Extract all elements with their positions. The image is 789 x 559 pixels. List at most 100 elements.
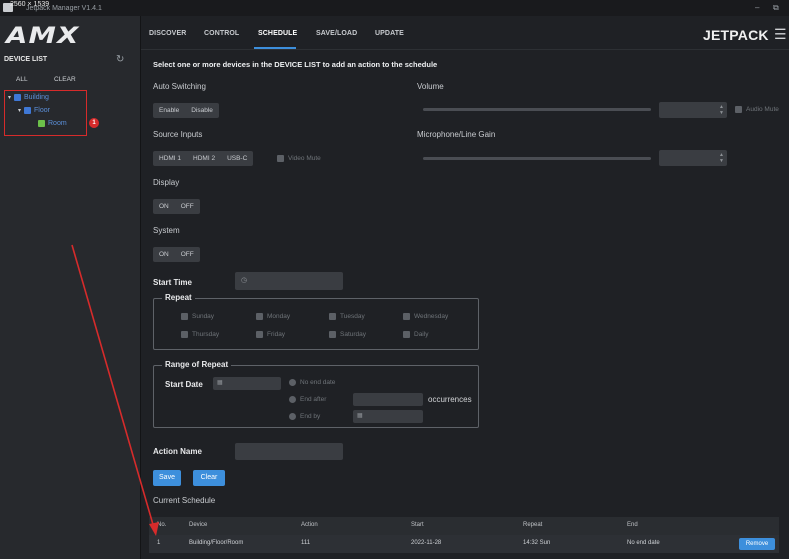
table-row: 1 Building/Floor/Room 111 2022-11-28 14:… <box>149 535 779 553</box>
system-label: System <box>153 226 180 235</box>
wednesday-checkbox[interactable]: Wednesday <box>403 313 448 320</box>
checkbox-icon <box>256 313 263 320</box>
checkbox-icon <box>277 155 284 162</box>
checkbox-icon[interactable] <box>38 120 45 127</box>
tree-node-floor[interactable]: ▾ Floor <box>18 107 50 114</box>
tuesday-checkbox[interactable]: Tuesday <box>329 313 365 320</box>
save-button[interactable]: Save <box>153 470 181 486</box>
sunday-checkbox[interactable]: Sunday <box>181 313 214 320</box>
device-list-panel: AMX DEVICE LIST ↻ ALL CLEAR ▾ Building ▾… <box>0 16 141 559</box>
checkbox-icon[interactable] <box>24 107 32 114</box>
occurrences-input[interactable] <box>353 393 423 406</box>
column-header: Repeat <box>523 522 543 528</box>
row-action: 111 <box>301 540 311 546</box>
schedule-table-header: No. Device Action Start Repeat End <box>149 517 779 535</box>
radio-label: End after <box>300 396 327 403</box>
hamburger-menu-icon[interactable]: ☰ <box>774 26 787 43</box>
column-header: No. <box>157 522 167 528</box>
tree-node-building[interactable]: ▾ Building <box>8 94 49 101</box>
display-on-button[interactable]: ON <box>153 199 175 214</box>
display-off-button[interactable]: OFF <box>175 199 200 214</box>
radio-icon <box>289 413 296 420</box>
spinner-icon[interactable]: ▲ ▼ <box>719 104 724 116</box>
checkbox-icon[interactable] <box>14 94 22 101</box>
checkbox-icon <box>329 331 336 338</box>
system-off-button[interactable]: OFF <box>175 247 200 262</box>
auto-switching-label: Auto Switching <box>153 82 206 91</box>
end-by-radio[interactable]: End by <box>289 413 320 420</box>
tab-schedule[interactable]: SCHEDULE <box>258 30 297 37</box>
mic-gain-stepper[interactable]: ▲ ▼ <box>659 150 727 166</box>
column-header: End <box>627 522 638 528</box>
top-navigation: DISCOVER CONTROL SCHEDULE SAVE/LOAD UPDA… <box>141 16 789 50</box>
enable-button[interactable]: Enable <box>153 103 185 118</box>
start-time-input[interactable]: ◷ <box>235 272 343 290</box>
hdmi1-button[interactable]: HDMI 1 <box>153 151 187 166</box>
action-name-input[interactable] <box>235 443 343 460</box>
calendar-icon: ▦ <box>217 380 223 386</box>
row-repeat: 14:32 Sun <box>523 540 551 546</box>
tab-save-load[interactable]: SAVE/LOAD <box>316 30 357 37</box>
window-title: Jetpack Manager V1.4.1 <box>26 5 102 12</box>
saturday-checkbox[interactable]: Saturday <box>329 331 366 338</box>
daily-checkbox[interactable]: Daily <box>403 331 428 338</box>
row-number: 1 <box>157 540 161 546</box>
radio-label: No end date <box>300 379 336 386</box>
refresh-icon[interactable]: ↻ <box>116 54 124 65</box>
checkbox-icon <box>403 331 410 338</box>
annotation-badge: 1 <box>89 118 99 128</box>
radio-icon <box>289 396 296 403</box>
select-all-button[interactable]: ALL <box>16 76 28 83</box>
start-time-label: Start Time <box>153 278 192 287</box>
video-mute-checkbox[interactable]: Video Mute <box>277 155 321 162</box>
occurrences-label: occurrences <box>428 395 472 404</box>
friday-checkbox[interactable]: Friday <box>256 331 285 338</box>
clear-selection-button[interactable]: CLEAR <box>54 76 76 83</box>
spinner-icon[interactable]: ▲ ▼ <box>719 152 724 164</box>
no-end-date-radio[interactable]: No end date <box>289 379 335 386</box>
row-device: Building/Floor/Room <box>189 540 244 546</box>
volume-slider[interactable] <box>423 108 651 111</box>
tab-discover[interactable]: DISCOVER <box>149 30 186 37</box>
day-label: Thursday <box>192 331 220 338</box>
schedule-panel: Select one or more devices in the DEVICE… <box>141 50 789 559</box>
minimize-icon[interactable]: – <box>755 3 759 12</box>
usbc-button[interactable]: USB-C <box>221 151 253 166</box>
day-label: Saturday <box>340 331 367 338</box>
radio-icon <box>289 379 296 386</box>
day-label: Sunday <box>192 313 215 320</box>
volume-label: Volume <box>417 82 444 91</box>
tab-control[interactable]: CONTROL <box>204 30 239 37</box>
thursday-checkbox[interactable]: Thursday <box>181 331 219 338</box>
day-label: Friday <box>267 331 286 338</box>
jetpack-brand: JETPACK <box>703 27 769 43</box>
system-on-button[interactable]: ON <box>153 247 175 262</box>
display-toggle: ON OFF <box>153 199 200 214</box>
device-list-title: DEVICE LIST <box>4 56 48 63</box>
tab-update[interactable]: UPDATE <box>375 30 404 37</box>
row-start: 2022-11-28 <box>411 540 442 546</box>
repeat-group: Repeat <box>153 293 479 350</box>
remove-button[interactable]: Remove <box>739 538 775 550</box>
monday-checkbox[interactable]: Monday <box>256 313 290 320</box>
source-inputs-toggle: HDMI 1 HDMI 2 USB-C <box>153 151 254 166</box>
clear-button[interactable]: Clear <box>193 470 225 486</box>
calendar-icon: ▦ <box>357 413 363 419</box>
day-label: Monday <box>267 313 291 320</box>
restore-icon[interactable]: ⧉ <box>773 3 779 13</box>
current-schedule-label: Current Schedule <box>153 496 216 505</box>
mic-gain-slider[interactable] <box>423 157 651 160</box>
tree-node-label: Floor <box>34 107 50 114</box>
checkbox-icon <box>181 313 188 320</box>
disable-button[interactable]: Disable <box>185 103 219 118</box>
audio-mute-label: Audio Mute <box>746 106 779 113</box>
range-of-repeat-legend: Range of Repeat <box>162 360 232 369</box>
hdmi2-button[interactable]: HDMI 2 <box>187 151 221 166</box>
audio-mute-checkbox[interactable]: Audio Mute <box>735 106 779 113</box>
volume-stepper[interactable]: ▲ ▼ <box>659 102 727 118</box>
end-after-radio[interactable]: End after <box>289 396 326 403</box>
tree-node-room[interactable]: Room <box>38 120 67 127</box>
end-by-date-input[interactable]: ▦ <box>353 410 423 423</box>
start-date-input[interactable]: ▦ <box>213 377 281 390</box>
window-title-bar: 2560 × 1539 Jetpack Manager V1.4.1 – ⧉ <box>0 0 789 16</box>
